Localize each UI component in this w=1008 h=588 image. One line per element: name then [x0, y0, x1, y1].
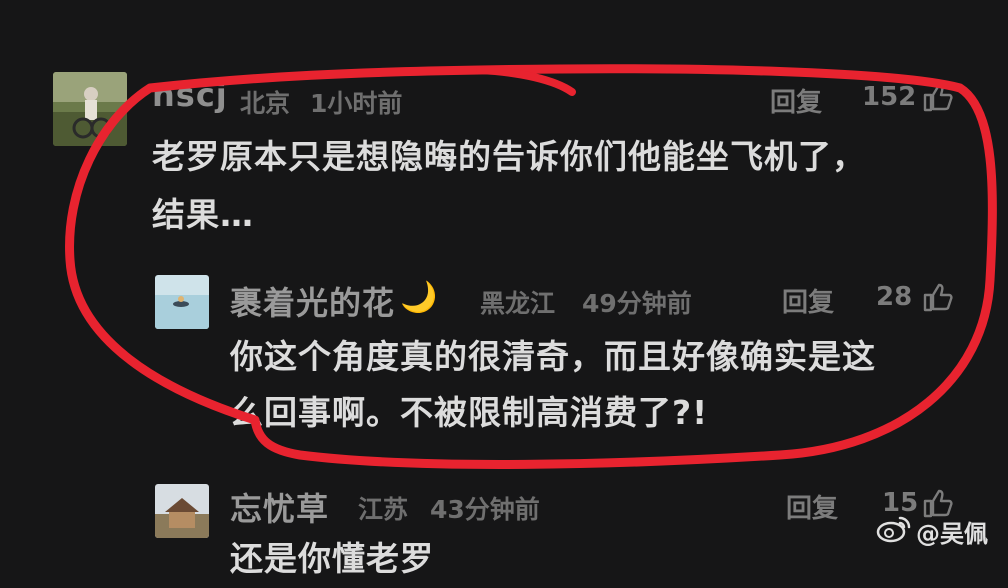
comment-username[interactable]: 忘忧草: [230, 484, 329, 530]
comment-username[interactable]: nscj: [152, 76, 228, 114]
house-photo: [155, 484, 209, 538]
comment-text-line: 你这个角度真的很清奇，而且好像确实是这: [230, 337, 876, 376]
avatar[interactable]: [155, 275, 209, 329]
reply-button[interactable]: 回复: [786, 488, 838, 525]
reply-button[interactable]: 回复: [770, 82, 822, 119]
weibo-logo-icon: [876, 516, 911, 543]
avatar[interactable]: [155, 484, 209, 538]
comment-location: 江苏: [358, 495, 409, 524]
comment-text-line: 结果…: [152, 195, 254, 234]
person-on-bike-photo: [53, 72, 127, 146]
comment-time: 43分钟前: [430, 495, 540, 524]
like-count: 28: [876, 282, 913, 312]
boat-on-water-photo: [155, 275, 209, 329]
comment-location: 黑龙江: [480, 289, 556, 318]
avatar[interactable]: [53, 72, 127, 146]
thumbs-up-icon[interactable]: [922, 82, 954, 112]
comment-time: 1小时前: [310, 89, 403, 118]
comment-text-line: 老罗原本只是想隐晦的告诉你们他能坐飞机了，: [152, 137, 866, 176]
comment-time: 49分钟前: [582, 289, 692, 318]
reply-button[interactable]: 回复: [782, 282, 834, 319]
moon-emoji-icon: 🌙: [400, 280, 439, 315]
comment-username[interactable]: 裹着光的花: [230, 278, 395, 324]
thumbs-up-icon[interactable]: [922, 282, 954, 312]
comment-text-line: 么回事啊。不被限制高消费了?!: [230, 393, 709, 432]
like-count: 152: [862, 82, 917, 112]
watermark-text: @吴佩: [916, 520, 988, 548]
comment-text-line: 还是你懂老罗: [230, 539, 434, 578]
comment-location: 北京: [240, 89, 291, 118]
